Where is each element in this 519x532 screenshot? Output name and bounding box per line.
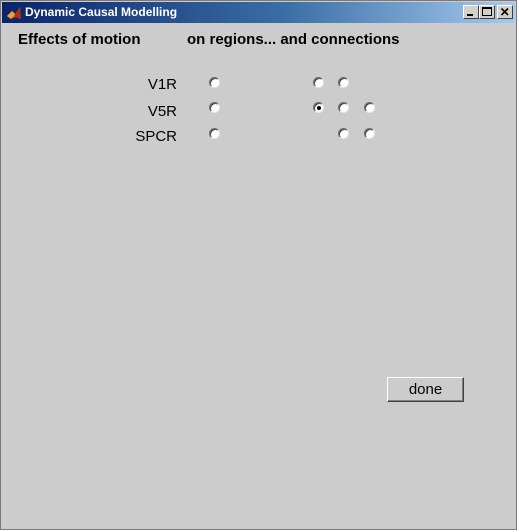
dialog-content: Effects of motion on regions... and conn…	[2, 23, 515, 528]
done-button[interactable]: done	[387, 377, 464, 402]
connection-radio-v5r-3[interactable]	[364, 102, 375, 113]
minimize-icon	[467, 14, 473, 16]
close-button[interactable]	[497, 5, 513, 19]
connection-radio-spcr-1[interactable]	[338, 128, 349, 139]
regions-connections-heading: on regions... and connections	[187, 31, 400, 48]
close-icon	[500, 7, 509, 16]
connection-radio-spcr-2[interactable]	[364, 128, 375, 139]
effects-heading: Effects of motion	[18, 31, 141, 48]
minimize-button[interactable]	[463, 5, 479, 19]
window-title: Dynamic Causal Modelling	[25, 5, 178, 19]
region-label-spcr: SPCR	[135, 128, 177, 145]
matlab-icon	[6, 5, 22, 21]
connection-radio-v1r-2[interactable]	[338, 77, 349, 88]
connection-radio-v5r-1[interactable]	[313, 102, 324, 113]
selected-dot	[317, 106, 321, 110]
maximize-icon	[482, 7, 492, 16]
maximize-button[interactable]	[479, 5, 495, 19]
connection-radio-v1r-1[interactable]	[313, 77, 324, 88]
dcm-window: Dynamic Causal Modelling Effects of moti…	[0, 0, 517, 530]
region-radio-spcr[interactable]	[209, 128, 220, 139]
region-radio-v5r[interactable]	[209, 102, 220, 113]
title-bar[interactable]: Dynamic Causal Modelling	[2, 2, 515, 23]
region-radio-v1r[interactable]	[209, 77, 220, 88]
region-label-v1r: V1R	[147, 76, 177, 93]
region-label-v5r: V5R	[147, 103, 177, 120]
connection-radio-v5r-2[interactable]	[338, 102, 349, 113]
